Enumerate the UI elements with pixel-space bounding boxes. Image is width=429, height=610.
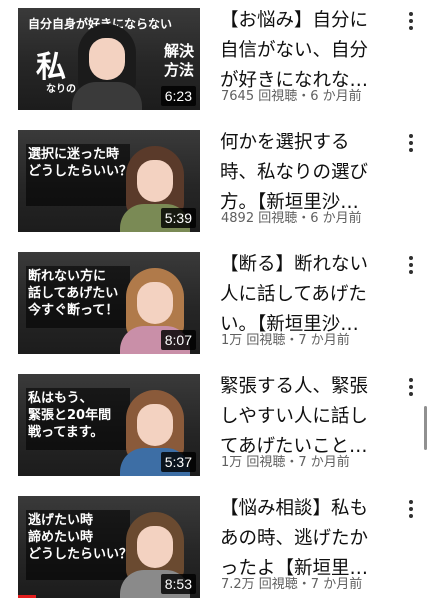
thumbnail-side-text: 解決 方法	[163, 42, 194, 79]
more-vert-icon[interactable]	[404, 10, 418, 32]
video-title[interactable]: 何かを選択する 時、私なりの選び 方。【新垣里沙…	[220, 128, 392, 218]
more-vert-icon[interactable]	[404, 498, 418, 520]
video-title[interactable]: 緊張する人、緊張 しやすい人に話し てあげたいこと…	[220, 372, 392, 462]
video-meta: 4892 回視聴・6 か月前	[221, 211, 362, 226]
video-title[interactable]: 【お悩み】自分に 自信がない、自分 が好きになれな…	[220, 6, 392, 96]
video-duration: 5:39	[160, 208, 196, 228]
video-duration: 8:07	[160, 330, 196, 350]
more-vert-icon[interactable]	[404, 132, 418, 154]
video-meta: 7.2万 回視聴・7 か月前	[221, 577, 363, 592]
video-item[interactable]: 逃げたい時 諦めたい時 どうしたらいい？ 8:53 【悩み相談】私も あの時、逃…	[0, 488, 429, 606]
video-thumbnail[interactable]: 選択に迷った時 どうしたらいい？ 5:39	[18, 130, 200, 232]
thumbnail-person	[70, 18, 144, 110]
video-meta: 1万 回視聴・7 か月前	[221, 455, 350, 470]
video-title[interactable]: 【悩み相談】私も あの時、逃げたか ったよ【新垣里…	[220, 494, 392, 584]
video-thumbnail[interactable]: 私はもう、 緊張と20年間 戦ってます。 5:37	[18, 374, 200, 476]
video-meta: 7645 回視聴・6 か月前	[221, 89, 362, 104]
video-thumbnail[interactable]: 逃げたい時 諦めたい時 どうしたらいい？ 8:53	[18, 496, 200, 598]
video-duration: 6:23	[160, 86, 196, 106]
more-vert-icon[interactable]	[404, 376, 418, 398]
video-item[interactable]: 私はもう、 緊張と20年間 戦ってます。 5:37 緊張する人、緊張 しやすい人…	[0, 366, 429, 484]
video-thumbnail[interactable]: 自分自身が好きにならない 私 なりの 解決 方法 6:23	[18, 8, 200, 110]
video-title[interactable]: 【断る】断れない 人に話してあげた い。【新垣里沙…	[220, 250, 392, 340]
video-duration: 5:37	[160, 452, 196, 472]
video-item[interactable]: 選択に迷った時 どうしたらいい？ 5:39 何かを選択する 時、私なりの選び 方…	[0, 122, 429, 240]
more-vert-icon[interactable]	[404, 254, 418, 276]
video-meta: 1万 回視聴・7 か月前	[221, 333, 350, 348]
video-item[interactable]: 自分自身が好きにならない 私 なりの 解決 方法 6:23 【お悩み】自分に 自…	[0, 0, 429, 118]
watch-progress-bar	[18, 595, 36, 598]
video-duration: 8:53	[160, 574, 196, 594]
scrollbar[interactable]	[424, 406, 427, 450]
video-thumbnail[interactable]: 断れない方に 話してあげたい 今すぐ断って！ 8:07	[18, 252, 200, 354]
video-item[interactable]: 断れない方に 話してあげたい 今すぐ断って！ 8:07 【断る】断れない 人に話…	[0, 244, 429, 362]
